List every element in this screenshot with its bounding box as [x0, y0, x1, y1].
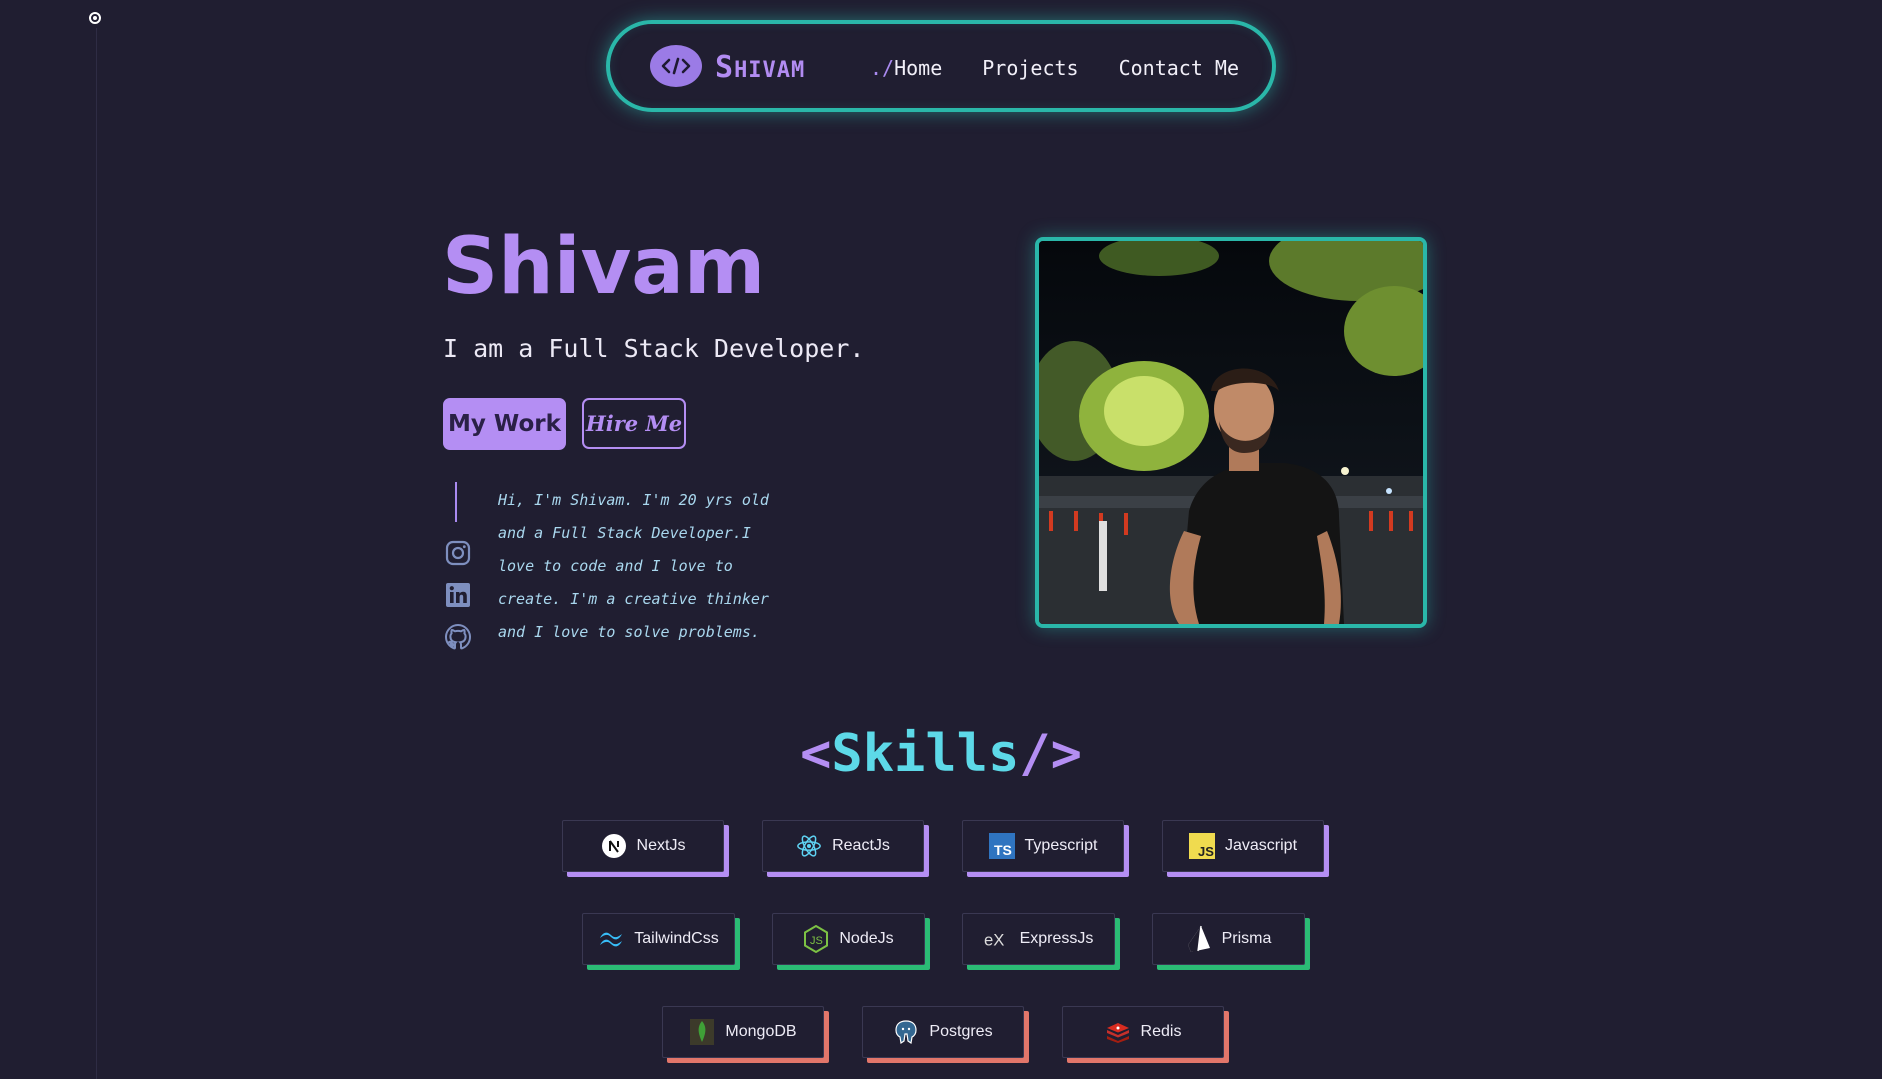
brand-name[interactable]: SHIVAM — [715, 50, 805, 85]
top-navbar: SHIVAM ./Home Projects Contact Me — [606, 20, 1276, 112]
skill-label: Redis — [1140, 1023, 1182, 1040]
skill-expressjs: eX ExpressJs — [962, 913, 1115, 965]
skill-label: ReactJs — [832, 837, 890, 854]
svg-text:JS: JS — [810, 935, 823, 947]
skill-label: MongoDB — [725, 1023, 797, 1040]
skill-label: ExpressJs — [1019, 930, 1094, 947]
react-icon — [796, 833, 822, 859]
skill-postgres: Postgres — [862, 1006, 1024, 1058]
skill-label: Prisma — [1221, 930, 1272, 947]
skill-label: NextJs — [636, 837, 686, 854]
social-divider — [455, 482, 457, 522]
skills-heading: <Skills/> — [800, 724, 1082, 784]
mongodb-icon — [689, 1019, 715, 1045]
nav-link-home[interactable]: ./Home — [870, 56, 942, 80]
skill-nodejs: JS NodeJs — [772, 913, 925, 965]
hero-role: I am a Full Stack Developer. — [443, 334, 865, 363]
nav-links: ./Home Projects Contact Me — [870, 56, 1239, 80]
instagram-icon[interactable] — [443, 538, 473, 568]
hire-me-button[interactable]: Hire Me — [582, 398, 686, 449]
skill-label: Javascript — [1224, 837, 1298, 854]
skill-nextjs: NextJs — [562, 820, 724, 872]
skill-prisma: Prisma — [1152, 913, 1305, 965]
nav-link-contact[interactable]: Contact Me — [1119, 56, 1239, 80]
nav-link-projects[interactable]: Projects — [982, 56, 1078, 80]
skill-label: Postgres — [929, 1023, 993, 1040]
scroll-progress-indicator — [89, 12, 101, 24]
svg-text:JS: JS — [1198, 844, 1214, 859]
prisma-icon — [1186, 925, 1212, 952]
tailwind-icon — [598, 926, 624, 952]
typescript-icon: TS — [988, 833, 1015, 859]
nodejs-icon: JS — [803, 925, 829, 953]
skill-typescript: TS Typescript — [962, 820, 1124, 872]
scroll-progress-rail — [96, 28, 97, 1079]
github-icon[interactable] — [443, 622, 473, 652]
redis-icon — [1105, 1019, 1131, 1045]
hero-name: Shivam — [442, 222, 766, 312]
skill-mongodb: MongoDB — [662, 1006, 824, 1058]
linkedin-icon[interactable] — [443, 580, 473, 610]
bio-text: Hi, I'm Shivam. I'm 20 yrs old and a Ful… — [498, 491, 769, 641]
my-work-button[interactable]: My Work — [443, 398, 566, 450]
code-brackets-icon[interactable] — [650, 45, 702, 87]
skill-tailwindcss: TailwindCss — [582, 913, 735, 965]
svg-text:TS: TS — [994, 842, 1012, 858]
nextjs-icon — [601, 833, 627, 859]
skill-label: TailwindCss — [634, 930, 719, 947]
skill-reactjs: ReactJs — [762, 820, 924, 872]
express-icon: eX — [984, 926, 1010, 952]
postgres-icon — [893, 1019, 919, 1045]
profile-photo — [1035, 237, 1427, 628]
skill-label: Typescript — [1024, 837, 1098, 854]
skill-redis: Redis — [1062, 1006, 1224, 1058]
skill-label: NodeJs — [839, 930, 894, 947]
javascript-icon: JS — [1188, 833, 1215, 859]
svg-text:eX: eX — [984, 931, 1004, 950]
skill-javascript: JS Javascript — [1162, 820, 1324, 872]
